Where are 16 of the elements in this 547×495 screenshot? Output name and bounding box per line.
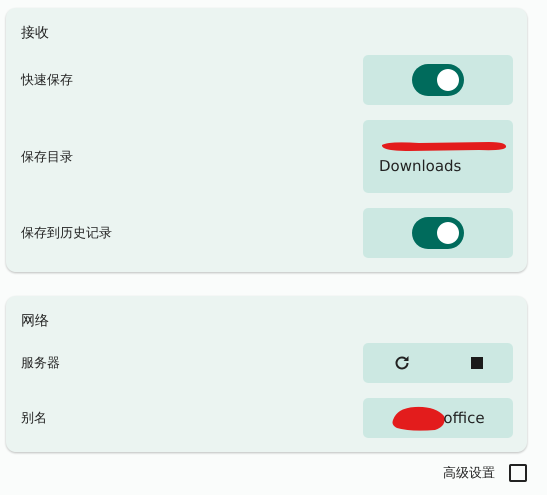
alias-field[interactable]: office: [363, 398, 513, 438]
setting-label: 保存到历史记录: [21, 225, 112, 242]
refresh-icon[interactable]: [393, 354, 411, 372]
section-title: 网络: [21, 312, 50, 330]
toggle-switch[interactable]: [412, 64, 464, 96]
toggle-button[interactable]: [363, 55, 513, 105]
setting-label: 别名: [21, 410, 47, 427]
section-title: 接收: [21, 24, 50, 42]
setting-label: 保存目录: [21, 148, 73, 166]
setting-label: 服务器: [21, 355, 60, 372]
advanced-settings-label: 高级设置: [443, 465, 495, 482]
folder-button[interactable]: Downloads: [363, 120, 513, 193]
toggle-button[interactable]: [363, 208, 513, 258]
toggle-switch[interactable]: [412, 217, 464, 249]
checkbox[interactable]: [509, 464, 527, 482]
setting-label: 快速保存: [21, 72, 73, 89]
